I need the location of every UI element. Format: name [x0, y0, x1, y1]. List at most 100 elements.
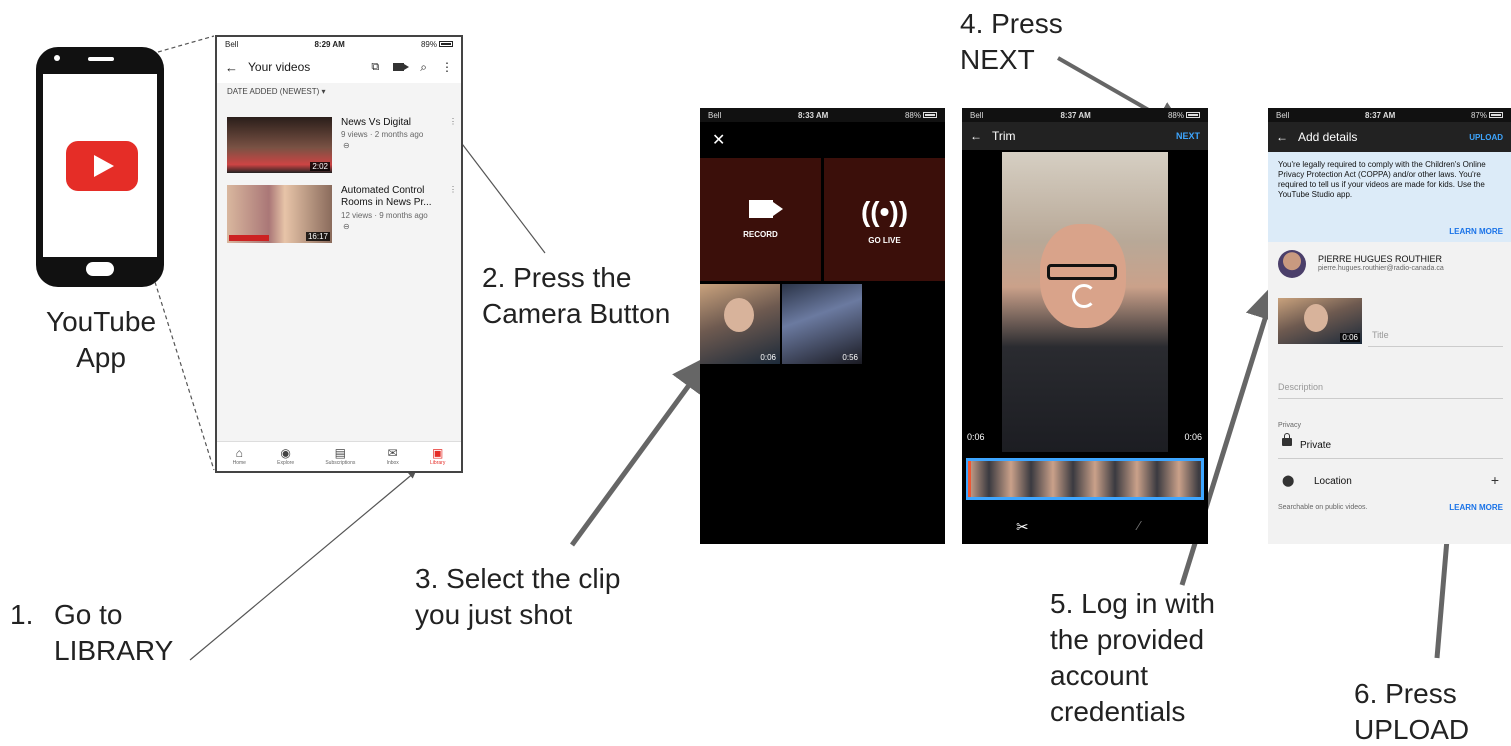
notice-text: You're legally required to comply with t…: [1278, 160, 1486, 199]
learn-more-link[interactable]: LEARN MORE: [1449, 503, 1503, 512]
trim-timeline[interactable]: [966, 458, 1204, 500]
record-label: RECORD: [743, 230, 778, 239]
time-label: 8:29 AM: [314, 39, 345, 49]
mail-icon: ✉: [387, 446, 398, 460]
caption-step1: Go to LIBRARY: [54, 599, 174, 666]
loading-spinner-icon: [1072, 284, 1096, 308]
lock-icon: [1282, 433, 1292, 446]
carrier-label: Bell: [1276, 110, 1290, 120]
location-pin-icon: ⬤: [1282, 475, 1295, 487]
status-bar: Bell 8:37 AM 87%: [1268, 108, 1511, 122]
camera-icon[interactable]: [393, 63, 410, 71]
battery-icon: [1186, 112, 1200, 119]
phone-home-button: [86, 262, 114, 276]
video-more-icon[interactable]: ⋮: [449, 185, 457, 195]
location-help: Searchable on public videos.: [1278, 504, 1368, 511]
screen-upload-source: Bell 8:33 AM 88% ✕ RECORD ((•)) GO LIVE …: [700, 108, 945, 544]
video-title[interactable]: Automated Control Rooms in News Pr...: [341, 185, 441, 209]
battery-label: 88%: [905, 111, 937, 120]
duration-badge: 2:02: [310, 162, 330, 171]
more-vert-icon[interactable]: ⋮: [441, 60, 453, 74]
battery-icon: [439, 41, 453, 48]
nav-subscriptions[interactable]: ▤ Subscriptions: [325, 447, 355, 467]
location-label[interactable]: Location: [1314, 476, 1352, 487]
compass-icon: ◉: [280, 446, 291, 460]
duration-badge: 0:06: [1340, 333, 1360, 342]
battery-label: 87%: [1471, 111, 1503, 120]
live-broadcast-icon: ((•)): [860, 196, 909, 227]
scissors-icon[interactable]: ✂: [1016, 518, 1029, 536]
nav-explore[interactable]: ◉ Explore: [277, 446, 294, 467]
library-icon: ▣: [432, 446, 444, 460]
caption-step3: 3. Select the clip you just shot: [415, 563, 621, 630]
back-arrow-icon[interactable]: ←: [970, 129, 982, 143]
battery-label: 88%: [1168, 111, 1200, 120]
battery-label: 89%: [421, 40, 453, 49]
caption-youtube-app: YouTube App: [45, 306, 157, 373]
time-label: 8:33 AM: [797, 110, 829, 120]
description-input[interactable]: Description: [1278, 382, 1323, 392]
learn-more-link[interactable]: LEARN MORE: [1449, 227, 1503, 236]
app-bar: ← Add details UPLOAD: [1268, 122, 1511, 152]
phone-speaker: [88, 57, 114, 61]
dropdown-arrow-icon: ▾: [321, 87, 326, 96]
clip-thumbnail[interactable]: 0:56: [782, 284, 862, 364]
duration-badge: 16:17: [305, 232, 330, 241]
nav-inbox[interactable]: ✉ Inbox: [387, 446, 399, 467]
back-arrow-icon[interactable]: ←: [1276, 130, 1288, 144]
upload-button[interactable]: UPLOAD: [1469, 133, 1503, 142]
video-more-icon[interactable]: ⋮: [449, 117, 457, 127]
home-icon: ⌂: [235, 446, 243, 460]
sort-dropdown[interactable]: DATE ADDED (NEWEST) ▾: [227, 87, 326, 96]
zoom-line-bottom: [154, 281, 215, 471]
duration-badge: 0:06: [760, 353, 776, 362]
duration-badge: 0:56: [842, 353, 858, 362]
caption-step6: 6. Press UPLOAD: [1354, 678, 1470, 745]
privacy-label: Privacy: [1278, 422, 1301, 429]
next-button[interactable]: NEXT: [1176, 131, 1200, 141]
carrier-label: Bell: [970, 110, 984, 120]
battery-icon: [1489, 112, 1503, 119]
video-title[interactable]: News Vs Digital: [341, 117, 451, 129]
cast-icon[interactable]: ⧉: [371, 61, 379, 74]
coppa-notice: You're legally required to comply with t…: [1268, 152, 1511, 242]
screen-your-videos: Bell 8:29 AM 89% ← Your videos ⧉ ⌕ ⋮ DAT…: [215, 35, 463, 473]
status-bar: Bell 8:37 AM 88%: [962, 108, 1208, 122]
account-email: pierre.hugues.routhier@radio-canada.ca: [1318, 265, 1444, 272]
caption-step4: 4. Press NEXT: [960, 8, 1063, 75]
video-camera-icon: [748, 200, 783, 218]
page-title: Trim: [992, 129, 1016, 143]
video-thumbnail[interactable]: 16:17: [227, 185, 332, 243]
nav-home[interactable]: ⌂ Home: [233, 446, 246, 467]
privacy-value[interactable]: Private: [1300, 440, 1331, 451]
glasses: [1047, 264, 1117, 280]
trim-handle-left: [968, 461, 971, 497]
nav-library[interactable]: ▣ Library: [430, 446, 445, 467]
status-bar: Bell 8:33 AM 88%: [700, 108, 945, 122]
title-input[interactable]: Title: [1372, 330, 1389, 340]
phone-camera: [54, 55, 60, 61]
zoom-line-top: [157, 35, 215, 53]
app-bar: ← Your videos ⧉ ⌕ ⋮: [217, 51, 461, 83]
close-icon[interactable]: ✕: [712, 130, 725, 150]
clip-thumbnail: 0:06: [1278, 298, 1362, 344]
battery-icon: [923, 112, 937, 119]
carrier-label: Bell: [708, 110, 722, 120]
avatar: [1278, 250, 1306, 278]
record-button[interactable]: RECORD: [700, 158, 821, 281]
caption-step2: 2. Press the Camera Button: [482, 262, 671, 329]
back-arrow-icon[interactable]: ←: [225, 60, 238, 75]
clip-thumbnail[interactable]: 0:06: [700, 284, 780, 364]
screen-trim: Bell 8:37 AM 88% ← Trim NEXT 0:06 0:06 ✂…: [962, 108, 1208, 544]
privacy-icon: ⊖: [343, 222, 350, 231]
time-label: 8:37 AM: [1060, 110, 1091, 120]
carrier-label: Bell: [225, 39, 239, 49]
video-thumbnail[interactable]: 2:02: [227, 117, 332, 173]
youtube-logo-icon: [66, 141, 138, 191]
privacy-icon: ⊖: [343, 141, 350, 150]
magic-wand-icon[interactable]: ⁄: [1138, 518, 1140, 533]
page-title: Add details: [1298, 130, 1358, 144]
search-icon[interactable]: ⌕: [420, 60, 427, 75]
go-live-button[interactable]: ((•)) GO LIVE: [824, 158, 945, 281]
add-location-icon[interactable]: +: [1491, 472, 1499, 488]
